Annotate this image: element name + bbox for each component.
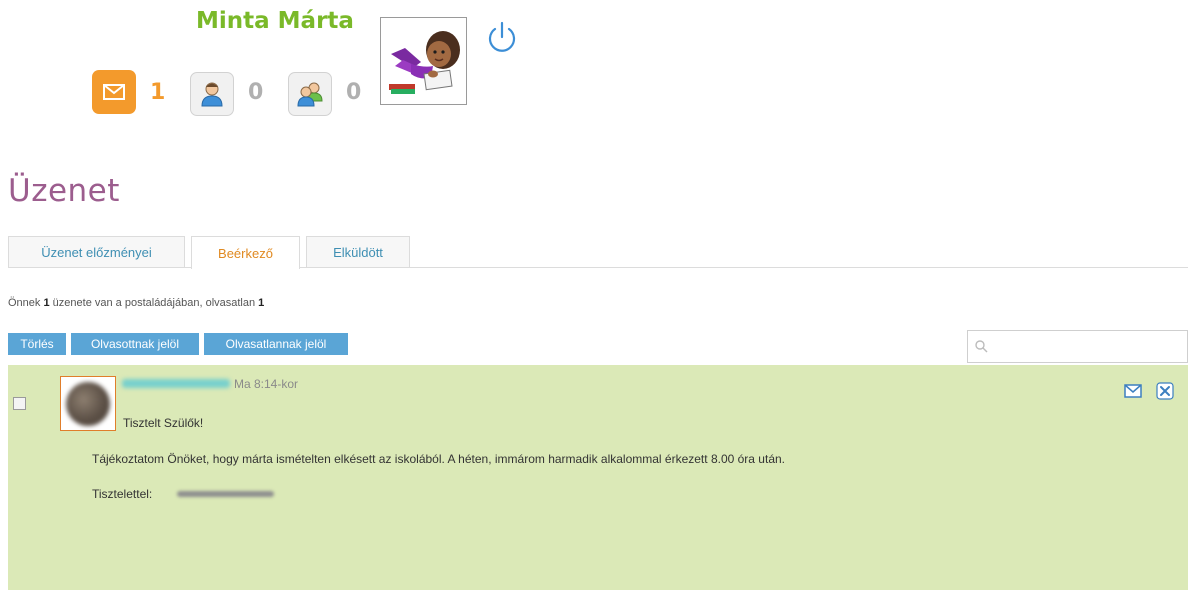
tab-sent[interactable]: Elküldött bbox=[306, 236, 410, 267]
user-avatar[interactable] bbox=[380, 17, 467, 105]
people-icon bbox=[297, 82, 323, 107]
user-name[interactable]: Minta Márta bbox=[196, 8, 354, 34]
delete-button[interactable]: Törlés bbox=[8, 333, 66, 355]
info-total-count: 1 bbox=[43, 297, 50, 309]
tab-inbox[interactable]: Beérkező bbox=[191, 236, 300, 269]
mailbox-info: Önnek 1 üzenete van a postaládájában, ol… bbox=[8, 297, 264, 309]
info-middle: üzenete van a postaládájában, olvasatlan bbox=[52, 297, 256, 309]
messages-count: 1 bbox=[150, 80, 166, 105]
power-icon[interactable] bbox=[484, 20, 520, 56]
search-icon bbox=[975, 340, 988, 353]
signature-name-redacted bbox=[177, 491, 274, 497]
people-counter-button[interactable] bbox=[288, 72, 332, 116]
search-input[interactable] bbox=[967, 330, 1188, 363]
reply-envelope-icon[interactable] bbox=[1124, 384, 1142, 398]
envelope-icon bbox=[103, 84, 125, 100]
girl-reading-avatar bbox=[389, 31, 460, 94]
sender-avatar bbox=[60, 376, 116, 431]
message-row[interactable] bbox=[8, 365, 1188, 590]
sender-name-redacted[interactable] bbox=[122, 379, 230, 388]
messages-counter-button[interactable] bbox=[92, 70, 136, 114]
mark-unread-button[interactable]: Olvasatlannak jelöl bbox=[204, 333, 348, 355]
person-icon bbox=[201, 82, 223, 107]
message-body: Tájékoztatom Önöket, hogy márta ismételt… bbox=[92, 452, 785, 466]
person-counter-button[interactable] bbox=[190, 72, 234, 116]
tab-message-history[interactable]: Üzenet előzményei bbox=[8, 236, 185, 267]
message-greeting: Tisztelt Szülők! bbox=[123, 416, 204, 430]
message-checkbox[interactable] bbox=[13, 397, 26, 410]
message-signature-label: Tisztelettel: bbox=[92, 487, 153, 501]
delete-icon[interactable] bbox=[1156, 382, 1174, 400]
message-time: Ma 8:14-kor bbox=[234, 377, 299, 391]
sender-photo-blurred bbox=[66, 381, 110, 426]
person-count: 0 bbox=[248, 80, 264, 105]
page-title: Üzenet bbox=[8, 173, 120, 209]
info-prefix: Önnek bbox=[8, 297, 41, 309]
people-count: 0 bbox=[346, 80, 362, 105]
info-unread-count: 1 bbox=[258, 297, 265, 309]
mark-read-button[interactable]: Olvasottnak jelöl bbox=[71, 333, 199, 355]
tabs-divider bbox=[8, 267, 1188, 268]
